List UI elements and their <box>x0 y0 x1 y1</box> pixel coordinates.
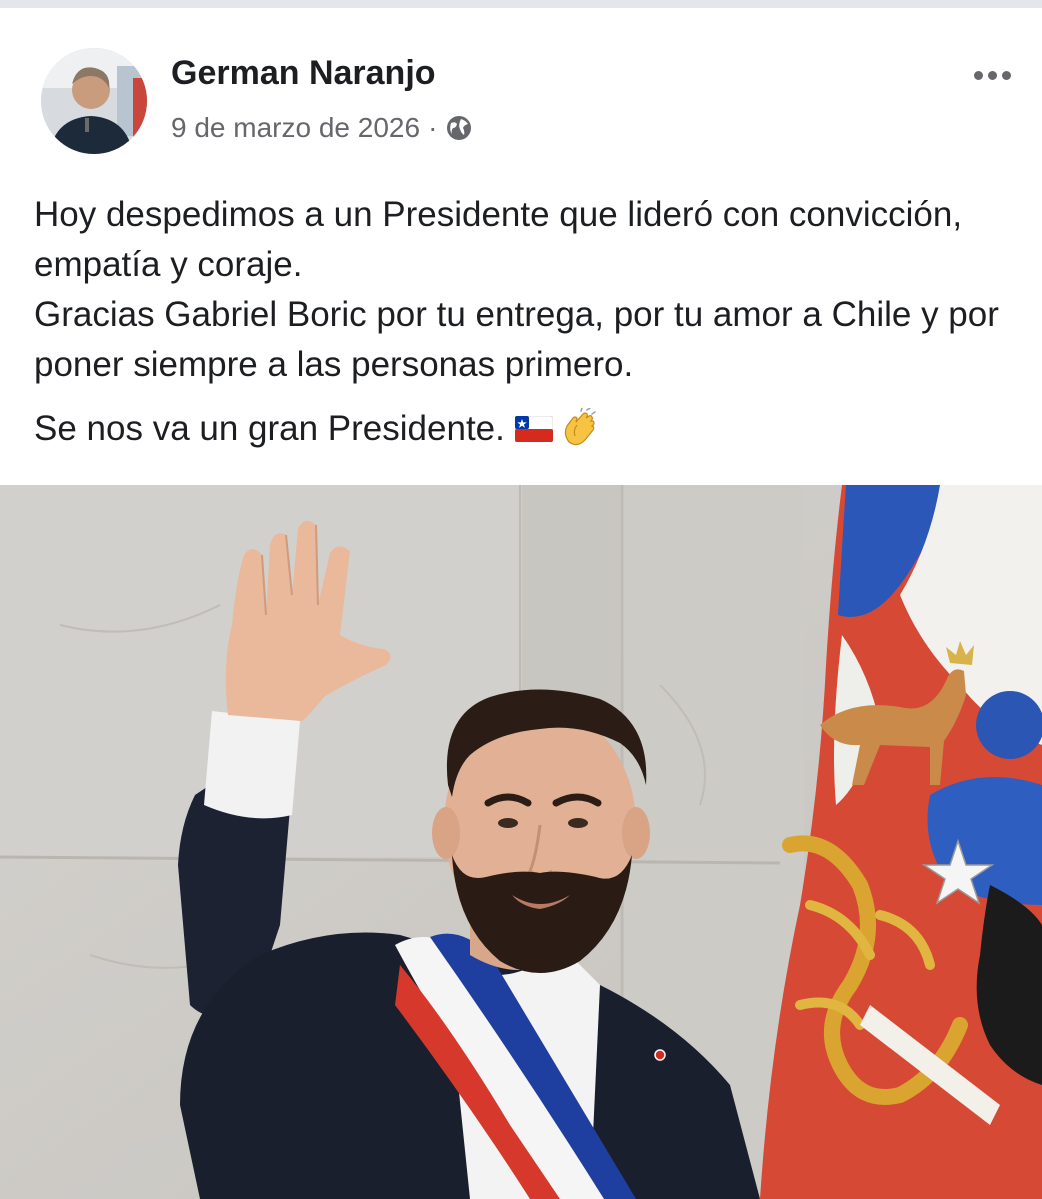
more-options-icon[interactable] <box>970 60 1014 90</box>
post-text-line: Hoy despedimos a un Presidente que lider… <box>34 195 963 284</box>
avatar[interactable] <box>41 48 147 154</box>
post-closing-line: Se nos va un gran Presidente. <box>34 404 1008 454</box>
post-photo-image <box>0 485 1042 1199</box>
post-date[interactable]: 9 de marzo de 2026 <box>171 112 420 144</box>
facebook-post: German Naranjo 9 de marzo de 2026 · Hoy … <box>0 8 1042 1199</box>
post-meta: 9 de marzo de 2026 · <box>171 112 473 144</box>
closing-text: Se nos va un gran Presidente. <box>34 409 505 448</box>
avatar-image <box>41 48 147 154</box>
post-text: Hoy despedimos a un Presidente que lider… <box>0 158 1042 454</box>
globe-icon <box>447 116 472 140</box>
author-name[interactable]: German Naranjo <box>171 54 436 93</box>
chile-flag-emoji <box>514 416 553 442</box>
top-divider <box>0 0 1042 8</box>
post-photo[interactable] <box>0 485 1042 1199</box>
post-text-line: Gracias Gabriel Boric por tu entrega, po… <box>34 295 999 384</box>
post-header: German Naranjo 9 de marzo de 2026 · <box>0 8 1042 158</box>
clapping-hands-emoji <box>564 408 596 446</box>
meta-separator: · <box>428 112 438 143</box>
